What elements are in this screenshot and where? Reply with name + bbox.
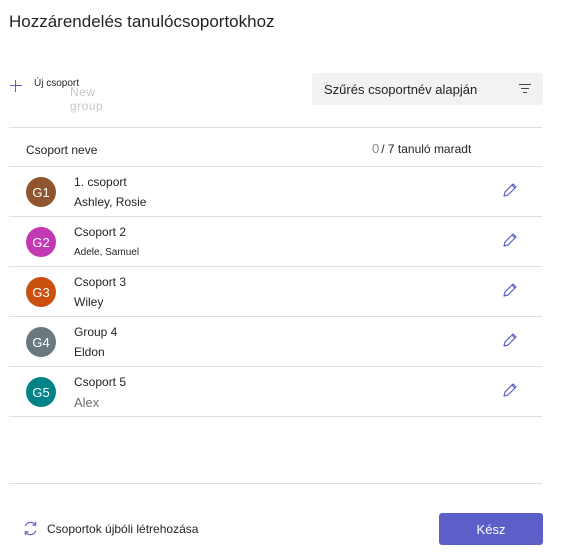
avatar: G3: [26, 277, 56, 307]
regenerate-groups-label: Csoportok újbóli létrehozása: [47, 521, 199, 536]
group-name: 1. csoport: [74, 175, 127, 189]
group-members: Adele, Samuel: [74, 247, 140, 258]
dialog-title: Hozzárendelés tanulócsoportokhoz: [9, 12, 275, 31]
pencil-icon[interactable]: [501, 231, 519, 249]
filter-icon[interactable]: [519, 84, 531, 94]
header-divider: [9, 127, 542, 128]
pencil-icon[interactable]: [501, 181, 519, 199]
plus-icon: [10, 80, 22, 92]
pencil-icon[interactable]: [501, 281, 519, 299]
group-members: Ashley, Rosie: [74, 195, 147, 209]
done-button[interactable]: Kész: [439, 513, 543, 545]
new-group-ghost-text: New group: [70, 85, 104, 113]
table-row: G3 Csoport 3 Wiley: [9, 267, 542, 317]
group-members: Eldon: [74, 345, 105, 359]
table-row: G5 Csoport 5 Alex: [9, 367, 542, 417]
group-members: Wiley: [74, 295, 104, 309]
group-name: Csoport 3: [74, 275, 127, 289]
avatar: G1: [26, 177, 56, 207]
remaining-label: / 7 tanuló maradt: [381, 142, 472, 156]
avatar: G2: [26, 227, 56, 257]
group-members: Alex: [74, 395, 100, 410]
table-row: G2 Csoport 2 Adele, Samuel: [9, 217, 542, 267]
group-name: Group 4: [74, 325, 118, 339]
pencil-icon[interactable]: [501, 331, 519, 349]
remaining-students: 0/ 7 tanuló maradt: [372, 141, 471, 156]
avatar: G5: [26, 377, 56, 407]
filter-input[interactable]: Szűrés csoportnév alapján: [312, 73, 543, 105]
regenerate-groups-button[interactable]: Csoportok újbóli létrehozása: [22, 520, 198, 537]
filter-placeholder: Szűrés csoportnév alapján: [324, 81, 478, 97]
refresh-icon: [24, 521, 37, 536]
new-group-button[interactable]: Új csoport New group: [10, 78, 103, 113]
footer-divider: [9, 483, 542, 484]
table-row: G1 1. csoport Ashley, Rosie: [9, 167, 542, 217]
table-row: G4 Group 4 Eldon: [9, 317, 542, 367]
avatar: G4: [26, 327, 56, 357]
remaining-count: 0: [372, 141, 380, 156]
pencil-icon[interactable]: [501, 381, 519, 399]
column-header-group-name: Csoport neve: [26, 143, 98, 157]
group-name: Csoport 2: [74, 225, 127, 239]
group-name: Csoport 5: [74, 375, 127, 389]
